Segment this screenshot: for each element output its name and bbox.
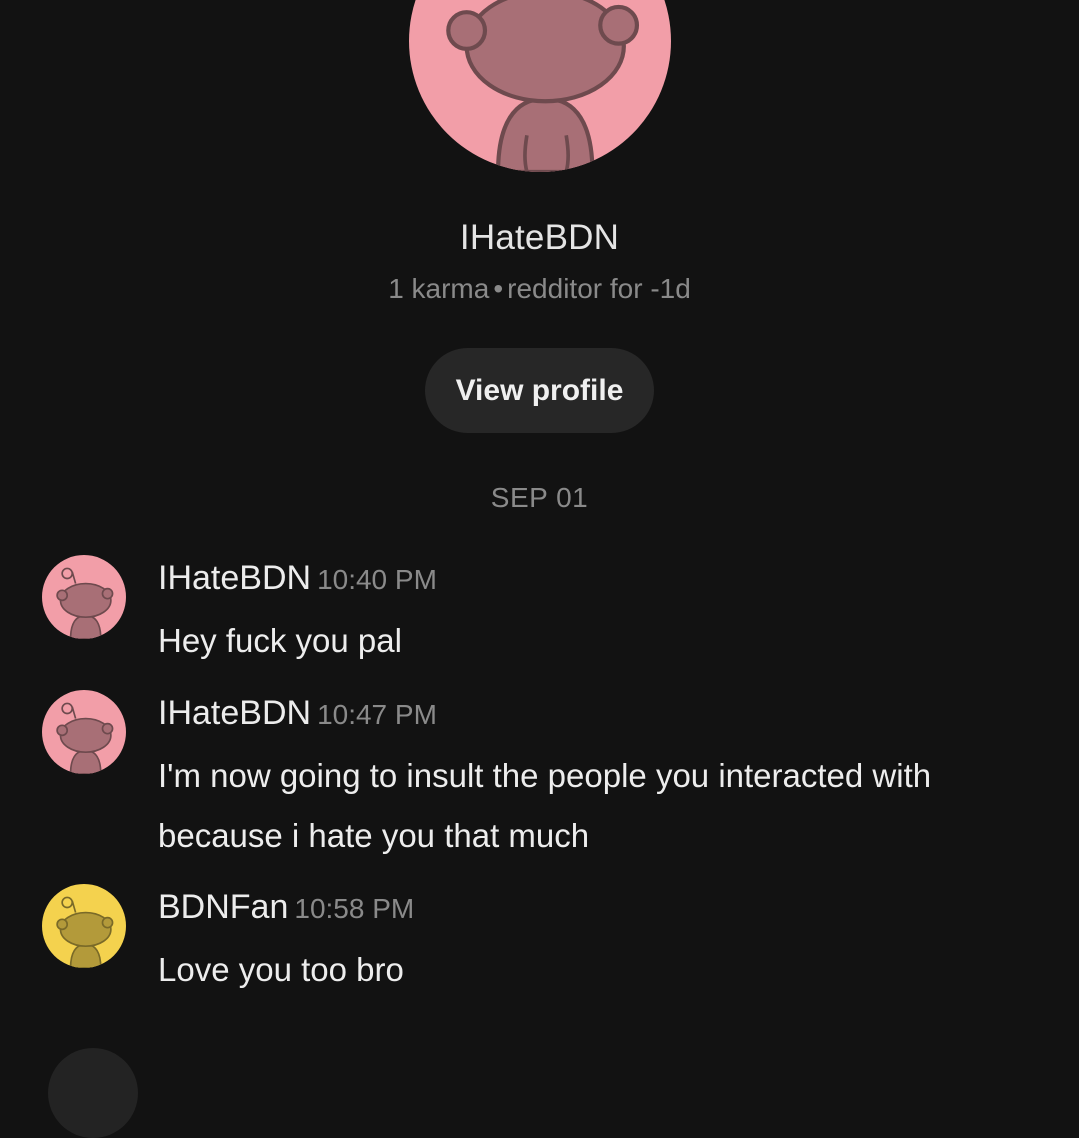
snoo-avatar-icon xyxy=(42,555,126,639)
message-author[interactable]: IHateBDN xyxy=(158,559,311,597)
meta-separator: • xyxy=(493,273,504,304)
snoo-avatar-icon xyxy=(42,690,126,774)
profile-avatar[interactable] xyxy=(409,0,671,172)
message-time: 10:47 PM xyxy=(317,699,437,730)
user-avatar[interactable] xyxy=(48,1048,138,1138)
user-avatar[interactable] xyxy=(42,884,126,968)
profile-username: IHateBDN xyxy=(459,218,620,257)
snoo-avatar-icon xyxy=(42,884,126,968)
message-text: Love you too bro xyxy=(158,951,404,988)
message-header: IHateBDN 10:40 PM xyxy=(158,559,437,598)
karma-count: 1 karma xyxy=(388,273,490,304)
account-age: redditor for -1d xyxy=(507,273,691,304)
profile-meta: 1 karma • redditor for -1d xyxy=(0,273,1079,305)
message-header: IHateBDN 10:47 PM xyxy=(158,694,437,733)
message-author[interactable]: BDNFan xyxy=(158,888,288,926)
message-header: BDNFan 10:58 PM xyxy=(158,888,414,927)
message-text: I'm now going to insult the people you i… xyxy=(158,757,932,854)
user-avatar[interactable] xyxy=(42,555,126,639)
message-time: 10:58 PM xyxy=(294,893,415,924)
message-text: Hey fuck you pal xyxy=(158,622,402,659)
snoo-avatar-icon xyxy=(409,0,671,172)
message-author[interactable]: IHateBDN xyxy=(158,694,311,732)
user-avatar[interactable] xyxy=(42,690,126,774)
message-time: 10:40 PM xyxy=(317,564,437,595)
date-separator: SEP 01 xyxy=(490,482,589,513)
view-profile-button[interactable]: View profile xyxy=(425,348,654,433)
